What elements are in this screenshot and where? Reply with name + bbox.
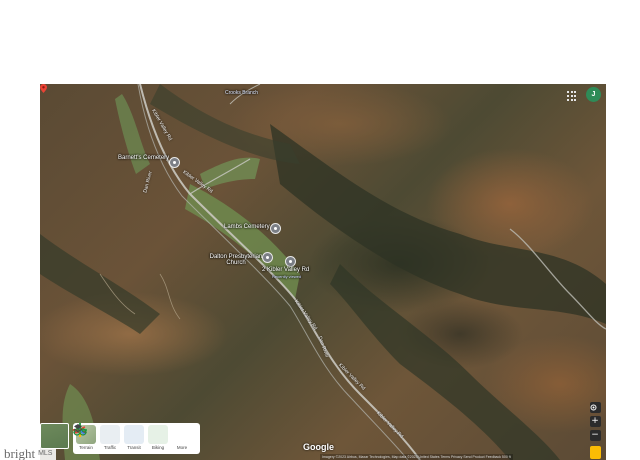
traffic-icon [73,423,120,444]
barnetts-cemetery-pin-icon[interactable] [169,157,180,168]
property-marker-icon[interactable] [40,84,47,93]
brand-logo-text: bright [4,446,36,460]
barnetts-cemetery-label: Barnett's Cemetery [118,155,170,161]
presbyterian-church-label: Dalton Presbyterian Church [209,254,263,266]
layers-icon [73,424,192,444]
layer-more[interactable]: More [73,424,193,452]
church-pin-icon[interactable] [262,252,273,263]
brand-watermark: bright MLS [0,446,57,460]
layer-label: Traffic [103,445,117,450]
my-location-icon[interactable] [589,402,601,413]
biking-icon [73,425,168,444]
account-avatar[interactable]: J [586,87,601,102]
address-label: 2 Kibler Valley Rd [262,267,310,273]
mls-label: MLS [38,450,53,457]
layer-transit[interactable]: Transit [74,425,145,452]
map-terrain-layer [40,84,606,460]
pegman-icon[interactable] [589,446,601,459]
layer-preview-thumbnail[interactable] [40,423,69,449]
address-sub-label: Recently viewed [272,274,302,279]
layer-label: Transit [127,445,141,450]
layers-panel: Terrain Traffic Transit Biking More [73,423,200,454]
creek-label: Crooks Branch [225,90,259,96]
zoom-out-button[interactable]: − [589,430,601,441]
layer-label: More [176,445,188,450]
google-logo: Google [303,442,334,452]
layer-label: Biking [151,445,165,450]
map-attribution[interactable]: Imagery ©2023 Airbus, Maxar Technologies… [320,454,513,460]
address-pin-icon[interactable] [285,256,296,267]
lambs-cemetery-label: Lambs Cemetery [224,224,270,230]
lambs-cemetery-pin-icon[interactable] [270,223,281,234]
layer-label: Terrain [79,445,93,450]
transit-icon [74,425,144,444]
page: Barnett's Cemetery Crooks Branch Lambs C… [0,0,640,460]
map-controls: + − [588,402,602,459]
apps-grid-icon[interactable] [567,91,577,101]
zoom-in-button[interactable]: + [589,416,601,427]
layer-traffic[interactable]: Traffic [73,423,121,452]
satellite-map[interactable]: Barnett's Cemetery Crooks Branch Lambs C… [40,84,606,460]
layer-biking[interactable]: Biking [73,425,169,452]
